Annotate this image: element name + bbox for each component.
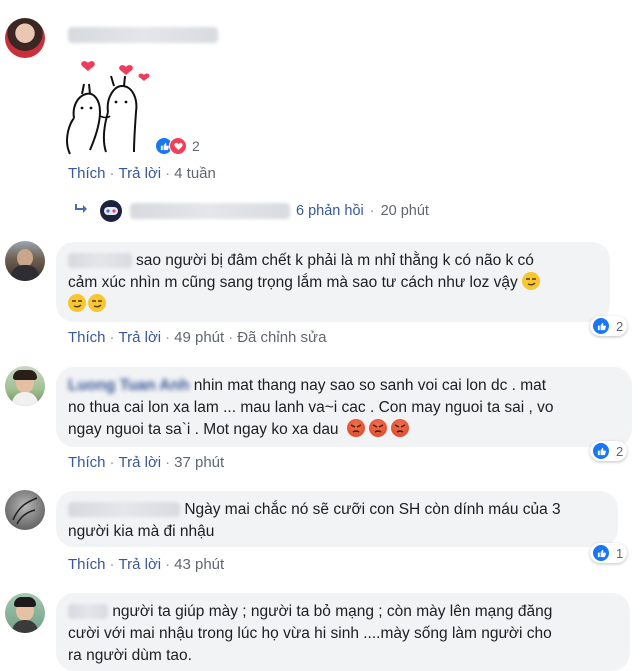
angry-emoji-icon [368,419,387,437]
comment-text: ngay nguoi ta sa`i . Mot ngay ko xa dau [68,421,339,438]
angry-emoji-icon [346,419,365,437]
timestamp[interactable]: 43 phút [174,556,224,573]
avatar[interactable] [5,366,45,406]
smirk-emoji-icon [88,294,106,312]
avatar [100,200,122,222]
like-reaction-icon [592,317,610,335]
avatar[interactable] [5,18,45,58]
commenter-name[interactable] [68,26,218,46]
reaction-count: 2 [192,138,200,154]
like-link[interactable]: Thích [68,165,106,182]
comment-text: người kia mà đi nhậu [68,523,215,540]
comment-actions: Thích · Trả lời · 49 phút · Đã chỉnh sửa [68,329,327,346]
reaction-summary[interactable]: 2 [153,136,204,156]
angry-emoji-icon [390,419,409,437]
like-link[interactable]: Thích [68,556,106,573]
comment-bubble: sao người bị đâm chết k phải là m nhỉ th… [56,242,610,322]
reaction-count: 2 [616,443,624,459]
comment-bubble: người ta giúp mày ; người ta bỏ mạng ; c… [56,593,630,671]
comment-text: ra người dùm tao. [68,647,192,664]
comment-actions: Thích · Trả lời · 43 phút [68,556,225,573]
replies-count[interactable]: 6 phản hồi [296,203,364,219]
reaction-summary[interactable]: 2 [590,441,628,461]
reaction-summary[interactable]: 2 [590,316,628,336]
sticker-image[interactable] [64,56,154,162]
comment-text: no thua cai lon xa lam ... mau lanh va~i… [68,399,554,416]
like-link[interactable]: Thích [68,454,106,471]
reaction-count: 2 [616,318,624,334]
comment-text: cảm xúc nhìn m cũng sang trọng lắm mà sa… [68,274,518,291]
comment-bubble: Luong Tuan Anh nhin mat thang nay sao so… [56,367,632,447]
timestamp[interactable]: 37 phút [174,454,224,471]
timestamp[interactable]: 4 tuần [174,165,216,182]
reply-link[interactable]: Trả lời [119,329,162,346]
love-reaction-icon [169,137,187,155]
like-reaction-icon [592,442,610,460]
smirk-emoji-icon [522,272,541,290]
comment-text: Ngày mai chắc nó sẽ cưỡi con SH còn dính… [184,501,561,518]
reply-arrow-icon [74,203,88,219]
reply-timestamp: 20 phút [380,203,429,219]
comment-text: nhin mat thang nay sao so sanh voi cai l… [193,377,547,394]
replies-summary[interactable]: 6 phản hồi · 20 phút [74,199,429,223]
reply-link[interactable]: Trả lời [119,454,162,471]
replier-name [130,203,290,219]
commenter-name[interactable] [68,502,180,518]
reaction-count: 1 [616,545,624,561]
avatar[interactable] [5,593,45,633]
comment-actions: Thích · Trả lời · 4 tuần [68,165,216,182]
commenter-name[interactable]: Luong Tuan Anh [68,377,189,394]
like-link[interactable]: Thích [68,329,106,346]
reply-link[interactable]: Trả lời [119,556,162,573]
reaction-summary[interactable]: 1 [590,543,628,563]
comment-actions: Thích · Trả lời · 37 phút [68,454,225,471]
comment-text: cười với mai nhậu trong lúc họ vừa hi si… [68,625,552,642]
timestamp[interactable]: 49 phút [174,329,224,346]
reply-link[interactable]: Trả lời [119,165,162,182]
smirk-emoji-icon [68,294,86,312]
like-reaction-icon [592,544,610,562]
comment-bubble: Ngày mai chắc nó sẽ cưỡi con SH còn dính… [56,491,618,547]
edited-label[interactable]: Đã chỉnh sửa [237,329,326,346]
comment-text: người ta giúp mày ; người ta bỏ mạng ; c… [112,603,553,620]
avatar[interactable] [5,490,45,530]
commenter-name[interactable] [68,604,108,620]
commenter-name[interactable] [68,253,132,269]
comment-text: sao người bị đâm chết k phải là m nhỉ th… [136,252,534,269]
avatar[interactable] [5,241,45,281]
